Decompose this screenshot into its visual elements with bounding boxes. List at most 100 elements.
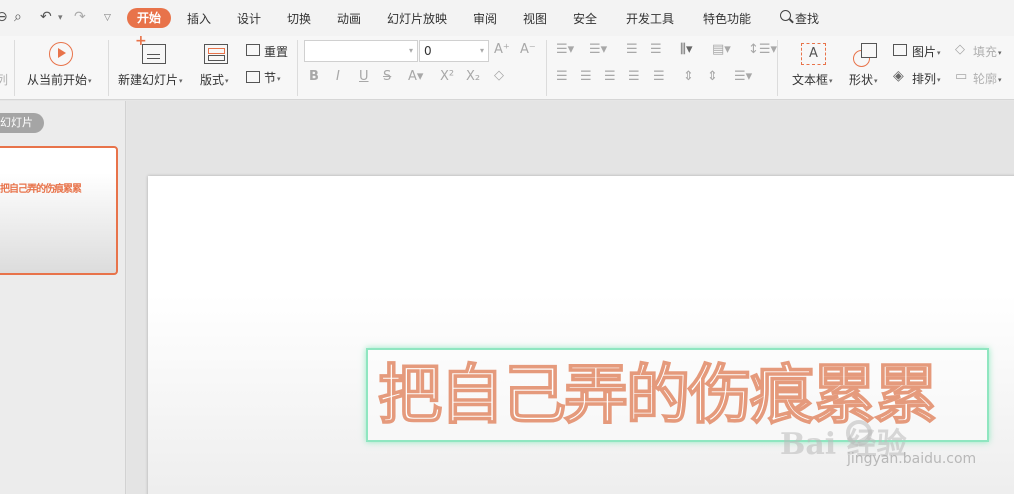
font-size-value: 0	[424, 44, 432, 58]
picture-icon[interactable]	[893, 44, 907, 56]
arrange-button[interactable]: 排列▾	[912, 70, 941, 87]
chevron-down-icon: ▾	[937, 48, 941, 57]
arrange-label: 排列	[912, 72, 937, 86]
undo-dropdown-icon[interactable]: ▾	[58, 13, 63, 23]
ribbon: 列 从当前开始▾ 新建幻灯片▾ 版式▾ 重置 节▾ ▾ 0▾ A⁺ A⁻ B I…	[0, 33, 1014, 100]
clipped-label-icon: 列	[0, 73, 9, 87]
menu-bar: ⊖ ⌕ ↶ ▾ ↷ ▽ 开始 插入 设计 切换 动画 幻灯片放映 审阅 视图 安…	[0, 0, 1014, 36]
new-slide-button[interactable]: 新建幻灯片▾	[118, 71, 183, 88]
tab-security[interactable]: 安全	[573, 10, 597, 27]
superscript-icon: X²	[440, 69, 455, 84]
fill-icon: ◇	[955, 42, 965, 57]
tab-review[interactable]: 审阅	[473, 10, 497, 27]
play-icon[interactable]	[49, 42, 73, 66]
arrange-icon[interactable]: ◈	[893, 68, 904, 84]
shape-icon[interactable]	[853, 43, 877, 67]
chevron-down-icon: ▾	[408, 46, 413, 55]
outline-button: 轮廓▾	[973, 70, 1002, 87]
slide-thumbnail[interactable]: 把自己弄的伤痕累累	[0, 146, 118, 275]
picture-label: 图片	[912, 45, 937, 59]
decrease-font-icon: A⁻	[520, 42, 536, 57]
text-direction-icon[interactable]: ⫼▾	[680, 42, 693, 57]
chevron-down-icon: ▾	[874, 76, 878, 85]
tab-design[interactable]: 设计	[237, 10, 261, 27]
section-button[interactable]: 节▾	[264, 69, 281, 86]
paragraph-spacing-icon: ⇕	[707, 69, 718, 84]
fill-label: 填充	[973, 45, 998, 59]
increase-indent-icon: ☰	[650, 42, 662, 57]
start-from-current-button[interactable]: 从当前开始▾	[27, 71, 92, 88]
chevron-down-icon: ▾	[998, 75, 1002, 84]
baidu-paw-icon	[846, 420, 872, 446]
font-size-select[interactable]: 0 ▾	[419, 40, 489, 62]
tab-insert[interactable]: 插入	[187, 10, 211, 27]
shape-label: 形状	[849, 73, 874, 87]
align-right-icon: ☰	[604, 69, 616, 84]
strikethrough-icon: S	[383, 69, 392, 84]
start-from-current-label: 从当前开始	[27, 73, 88, 87]
chevron-down-icon: ▾	[829, 76, 833, 85]
align-text-icon: ▤▾	[712, 42, 731, 57]
slides-panel-tab[interactable]: 幻灯片	[0, 113, 44, 133]
tab-slideshow[interactable]: 幻灯片放映	[387, 10, 447, 27]
bold-icon: B	[309, 69, 319, 84]
shape-button[interactable]: 形状▾	[849, 71, 878, 88]
ribbon-separator	[546, 40, 547, 96]
tab-developer[interactable]: 开发工具	[626, 10, 674, 27]
chevron-down-icon: ▾	[479, 46, 484, 55]
chevron-down-icon: ▾	[937, 75, 941, 84]
decrease-indent-icon: ☰	[626, 42, 638, 57]
tab-special-features[interactable]: 特色功能	[703, 10, 751, 27]
justify-icon: ☰	[628, 69, 640, 84]
tab-transitions[interactable]: 切换	[287, 10, 311, 27]
numbering-icon: ☰▾	[589, 42, 608, 57]
column-spacing-icon: ⇕	[683, 69, 694, 84]
section-icon[interactable]	[246, 71, 260, 83]
subscript-icon: X₂	[466, 69, 481, 84]
print-preview-icon[interactable]: ⌕	[14, 9, 22, 25]
fill-button: 填充▾	[973, 43, 1002, 60]
line-spacing-icon: ↕☰▾	[748, 42, 778, 57]
tab-animations[interactable]: 动画	[337, 10, 361, 27]
chevron-down-icon: ▾	[277, 74, 281, 83]
slides-panel: 幻灯片 把自己弄的伤痕累累	[0, 101, 126, 494]
ribbon-separator	[108, 40, 109, 96]
italic-icon: I	[336, 69, 340, 84]
increase-font-icon: A⁺	[494, 42, 510, 57]
ribbon-separator	[14, 40, 15, 96]
bullets-icon: ☰▾	[556, 42, 575, 57]
slide-thumbnail-title: 把自己弄的伤痕累累	[0, 184, 82, 195]
ribbon-separator	[777, 40, 778, 96]
square-shape-icon	[861, 43, 877, 58]
picture-button[interactable]: 图片▾	[912, 43, 941, 60]
font-color-icon: A▾	[408, 69, 424, 84]
underline-icon: U	[359, 69, 369, 84]
ribbon-separator	[297, 40, 298, 96]
new-slide-icon[interactable]	[135, 33, 166, 64]
distribute-icon: ☰	[653, 69, 665, 84]
columns-icon: ☰▾	[734, 69, 753, 84]
text-box-icon[interactable]: A	[801, 43, 826, 65]
open-icon[interactable]: ⊖	[0, 9, 8, 25]
search-button[interactable]: 查找	[795, 10, 819, 27]
layout-icon[interactable]	[204, 44, 228, 64]
redo-icon: ↷	[74, 9, 86, 25]
text-box-button[interactable]: 文本框▾	[792, 71, 833, 88]
tab-home[interactable]: 开始	[127, 8, 172, 28]
chevron-down-icon: ▾	[998, 48, 1002, 57]
baidu-watermark-url: jingyan.baidu.com	[847, 451, 977, 467]
chevron-down-icon: ▾	[179, 76, 183, 85]
text-box-label: 文本框	[792, 73, 829, 87]
align-left-icon: ☰	[556, 69, 568, 84]
layout-button[interactable]: 版式▾	[200, 71, 229, 88]
reset-icon[interactable]	[246, 44, 260, 56]
font-name-select[interactable]: ▾	[304, 40, 418, 62]
layout-label: 版式	[200, 73, 225, 87]
search-icon[interactable]	[780, 10, 791, 21]
reset-button[interactable]: 重置	[264, 43, 288, 60]
chevron-down-icon: ▾	[88, 76, 92, 85]
customize-quick-access-icon[interactable]: ▽	[104, 13, 111, 23]
undo-icon[interactable]: ↶	[40, 9, 52, 25]
clear-format-icon: ◇	[494, 68, 504, 83]
tab-view[interactable]: 视图	[523, 10, 547, 27]
